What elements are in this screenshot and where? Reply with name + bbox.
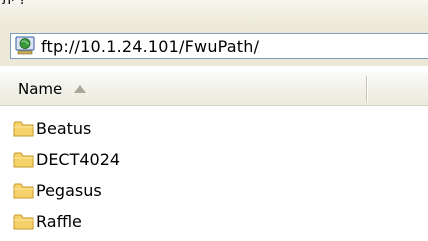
list-item-beatus[interactable]: Beatus xyxy=(0,113,428,144)
list-item-label: DECT4024 xyxy=(36,150,121,169)
address-input-value[interactable]: ftp://10.1.24.101/FwuPath/ xyxy=(41,37,259,56)
column-divider[interactable] xyxy=(366,76,367,102)
file-list: Beatus DECT4024 Pegasus Raffle xyxy=(0,113,428,237)
list-header: Name xyxy=(0,72,428,106)
folder-icon xyxy=(13,121,34,136)
list-item-label: Pegasus xyxy=(36,181,102,200)
menu-item-fragment[interactable]: ית ? xyxy=(2,0,26,8)
list-item-pegasus[interactable]: Pegasus xyxy=(0,175,428,206)
address-bar: ftp://10.1.24.101/FwuPath/ xyxy=(0,26,428,66)
folder-icon xyxy=(13,152,34,167)
column-header-name[interactable]: Name xyxy=(0,72,365,105)
folder-icon xyxy=(13,214,34,229)
list-item-raffle[interactable]: Raffle xyxy=(0,206,428,237)
address-field[interactable]: ftp://10.1.24.101/FwuPath/ xyxy=(10,33,428,59)
menu-bar: ית ? xyxy=(0,0,428,26)
folder-icon xyxy=(13,183,34,198)
list-item-label: Raffle xyxy=(36,212,82,231)
ftp-globe-icon xyxy=(15,36,35,55)
list-item-dect4024[interactable]: DECT4024 xyxy=(0,144,428,175)
list-item-label: Beatus xyxy=(36,119,92,138)
sort-ascending-icon xyxy=(74,84,87,93)
column-header-label: Name xyxy=(18,79,63,98)
